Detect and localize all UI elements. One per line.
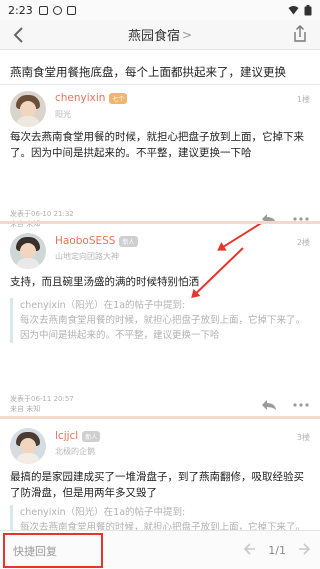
post-body: 每次去燕南食堂用餐的时候，就担心把盘子放到上面，它掉下来了。因为中间是拱起来的。… <box>10 131 304 159</box>
status-time: 2:23 <box>8 3 33 17</box>
avatar[interactable] <box>10 91 46 127</box>
floor-number: 3楼 <box>296 433 310 442</box>
post-2: HaoboSESS 新人 山地定向团路大神 2楼 支持，而且碗里汤盛的满的时候特… <box>0 224 320 424</box>
floor-number: 2楼 <box>296 238 310 247</box>
post-actions <box>260 399 310 411</box>
share-icon <box>294 25 306 42</box>
username-text: chenyixin <box>55 92 106 104</box>
notification-icon <box>38 5 48 15</box>
share-button[interactable] <box>292 25 310 45</box>
pager: 1/1 <box>244 531 311 569</box>
reply-icon <box>262 400 276 410</box>
username-text: HaoboSESS <box>55 235 116 247</box>
forum-title[interactable]: 燕园食宿 > <box>127 25 193 45</box>
level-badge: 新人 <box>119 235 138 247</box>
next-page-button[interactable] <box>298 541 311 560</box>
forum-title-label: 燕园食宿 <box>127 29 180 44</box>
username[interactable]: chenyixin 七个 <box>55 92 128 104</box>
quote-header: chenyixin（阳光）在1a的帖子中提到: <box>20 507 186 518</box>
post-time: 发表于06-11 20:57 <box>10 395 74 403</box>
more-icon <box>293 403 309 407</box>
post-time: 发表于06-10 21:32 <box>10 210 74 218</box>
avatar[interactable] <box>10 233 46 269</box>
chevron-right-icon: > <box>181 27 193 42</box>
arrow-left-icon <box>244 543 256 555</box>
username[interactable]: HaoboSESS 新人 <box>55 235 138 247</box>
floor-number: 1楼 <box>296 95 310 104</box>
username-text: lcjjcl <box>55 430 79 442</box>
quote-text: 每次去燕南食堂用餐的时候，就担心把盘子放到上面，它掉下来了。因为中间是拱起来的。… <box>20 315 306 341</box>
post-meta: 发表于06-11 20:57 来自 未知 <box>10 394 74 414</box>
page-indicator[interactable]: 1/1 <box>268 544 286 557</box>
chevron-left-icon <box>13 27 23 43</box>
post-quote: chenyixin（阳光）在1a的帖子中提到: 每次去燕南食堂用餐的时候，就担心… <box>10 505 310 530</box>
post-3: lcjjcl 新人 北极的企鹅 3楼 最搞的是家园建成买了一堆滑盘子，到了燕南翻… <box>0 419 320 530</box>
more-button[interactable] <box>292 399 310 411</box>
thread-content[interactable]: 燕南食堂用餐拖底盘，每个上面都拱起来了，建议更换 chenyixin 七个 阳光… <box>0 51 320 530</box>
level-badge: 七个 <box>109 92 128 104</box>
app-header: 燕园食宿 > <box>0 20 320 50</box>
avatar[interactable] <box>10 428 46 464</box>
quote-text: 每次去燕南食堂用餐的时候，就担心把盘子放到上面，它掉下来了。因为中间是拱起来的。… <box>20 522 306 530</box>
prev-page-button[interactable] <box>244 541 256 560</box>
quick-reply-label: 快捷回复 <box>13 544 57 558</box>
quote-header: chenyixin（阳光）在1a的帖子中提到: <box>20 300 186 311</box>
post-quote: chenyixin（阳光）在1a的帖子中提到: 每次去燕南食堂用餐的时候，就担心… <box>10 298 310 343</box>
back-button[interactable] <box>8 25 28 45</box>
user-subtitle: 北极的企鹅 <box>55 447 95 456</box>
bottom-bar: 快捷回复 1/1 <box>0 530 320 569</box>
arrow-right-icon <box>299 543 311 555</box>
status-bar: 2:23 <box>0 0 320 20</box>
app-icon <box>66 5 76 15</box>
username[interactable]: lcjjcl 新人 <box>55 430 101 442</box>
post-source: 来自 未知 <box>10 405 41 413</box>
post-body: 支持，而且碗里汤盛的满的时候特别怕洒 <box>10 276 199 288</box>
quick-reply-input[interactable]: 快捷回复 <box>3 533 103 568</box>
user-subtitle: 阳光 <box>55 110 71 119</box>
user-subtitle: 山地定向团路大神 <box>55 252 119 261</box>
reply-button[interactable] <box>260 399 278 411</box>
post-body: 最搞的是家园建成买了一堆滑盘子，到了燕南翻修，吸取经验买了防滑盘，但是用两年多又… <box>10 471 304 499</box>
thread-title: 燕南食堂用餐拖底盘，每个上面都拱起来了，建议更换 <box>10 65 286 79</box>
level-badge: 新人 <box>82 430 101 442</box>
battery-icon <box>304 4 312 15</box>
sync-icon <box>52 5 62 15</box>
divider <box>0 84 320 85</box>
wifi-icon <box>288 6 299 15</box>
